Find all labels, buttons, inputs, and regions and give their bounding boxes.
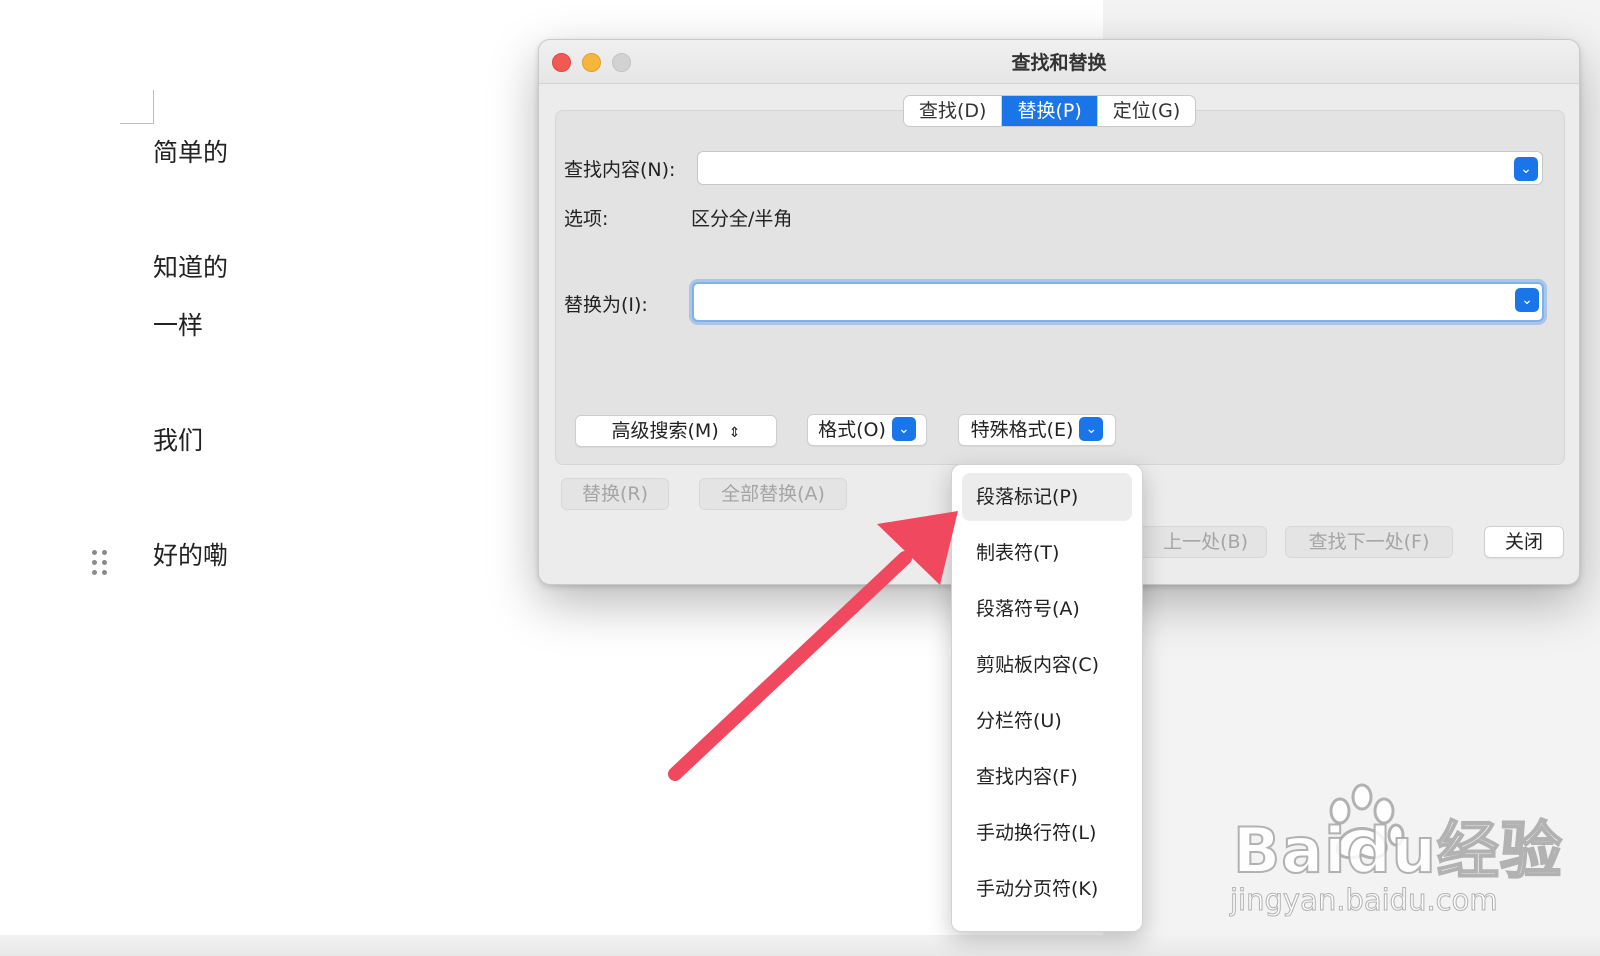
chevron-down-icon[interactable]: ⌄ bbox=[1514, 157, 1538, 181]
menu-item-clipboard-contents[interactable]: 剪贴板内容(C) bbox=[962, 641, 1132, 689]
dialog-title: 查找和替换 bbox=[1011, 52, 1107, 74]
chevron-down-icon: ⌄ bbox=[1079, 416, 1104, 441]
document-paragraph[interactable]: 简单的 bbox=[153, 133, 228, 169]
menu-item-manual-page-break[interactable]: 手动分页符(K) bbox=[962, 865, 1132, 913]
special-format-label: 特殊格式(E) bbox=[970, 419, 1074, 441]
replace-button[interactable]: 替换(R) bbox=[561, 478, 669, 510]
replace-with-input[interactable]: ⌄ bbox=[692, 282, 1544, 322]
menu-item-tab-character[interactable]: 制表符(T) bbox=[962, 529, 1132, 577]
menu-item-column-break[interactable]: 分栏符(U) bbox=[962, 697, 1132, 745]
baidu-watermark-url: jingyan.baidu.com bbox=[1230, 883, 1499, 918]
document-bottom-bar bbox=[0, 935, 1600, 956]
chevron-down-icon[interactable]: ⌄ bbox=[1515, 288, 1539, 312]
options-label: 选项: bbox=[564, 208, 609, 230]
format-button[interactable]: 格式(O) ⌄ bbox=[807, 414, 927, 446]
menu-item-paragraph-sign[interactable]: 段落符号(A) bbox=[962, 585, 1132, 633]
page-margin-corner bbox=[120, 90, 154, 124]
advanced-search-label: 高级搜索(M) bbox=[611, 420, 719, 442]
menu-item-find-what-text[interactable]: 查找内容(F) bbox=[962, 753, 1132, 801]
document-paragraph[interactable]: 我们 bbox=[153, 421, 203, 457]
tab-replace[interactable]: 替换(P) bbox=[1002, 96, 1098, 126]
tab-find[interactable]: 查找(D) bbox=[904, 96, 1003, 126]
format-label: 格式(O) bbox=[818, 419, 886, 441]
find-content-label: 查找内容(N): bbox=[564, 159, 676, 181]
updown-chevron-icon: ⇕ bbox=[728, 425, 741, 441]
special-format-menu: 段落标记(P) 制表符(T) 段落符号(A) 剪贴板内容(C) 分栏符(U) 查… bbox=[951, 464, 1143, 932]
replace-all-button[interactable]: 全部替换(A) bbox=[699, 478, 847, 510]
chevron-down-icon: ⌄ bbox=[891, 416, 916, 441]
find-next-button[interactable]: 查找下一处(F) bbox=[1285, 526, 1453, 558]
drag-handle-icon[interactable] bbox=[92, 550, 108, 576]
baidu-watermark-logo: Baidu经验 bbox=[1232, 813, 1563, 888]
document-paragraph[interactable]: 好的嘞 bbox=[153, 536, 228, 572]
advanced-search-button[interactable]: 高级搜索(M) ⇕ bbox=[575, 415, 777, 447]
dialog-titlebar: 查找和替换 bbox=[539, 40, 1579, 84]
document-paragraph[interactable]: 知道的 bbox=[153, 248, 228, 284]
menu-item-manual-line-break[interactable]: 手动换行符(L) bbox=[962, 809, 1132, 857]
special-format-button[interactable]: 特殊格式(E) ⌄ bbox=[958, 414, 1116, 446]
close-button[interactable]: 关闭 bbox=[1484, 526, 1564, 558]
menu-item-paragraph-mark[interactable]: 段落标记(P) bbox=[962, 473, 1132, 521]
dialog-tab-bar: 查找(D) 替换(P) 定位(G) bbox=[903, 95, 1197, 127]
find-content-input[interactable]: ⌄ bbox=[697, 151, 1543, 185]
options-value: 区分全/半角 bbox=[691, 208, 793, 230]
document-paragraph[interactable]: 一样 bbox=[153, 306, 203, 342]
tab-goto[interactable]: 定位(G) bbox=[1098, 96, 1196, 126]
replace-with-label: 替换为(I): bbox=[564, 294, 648, 316]
